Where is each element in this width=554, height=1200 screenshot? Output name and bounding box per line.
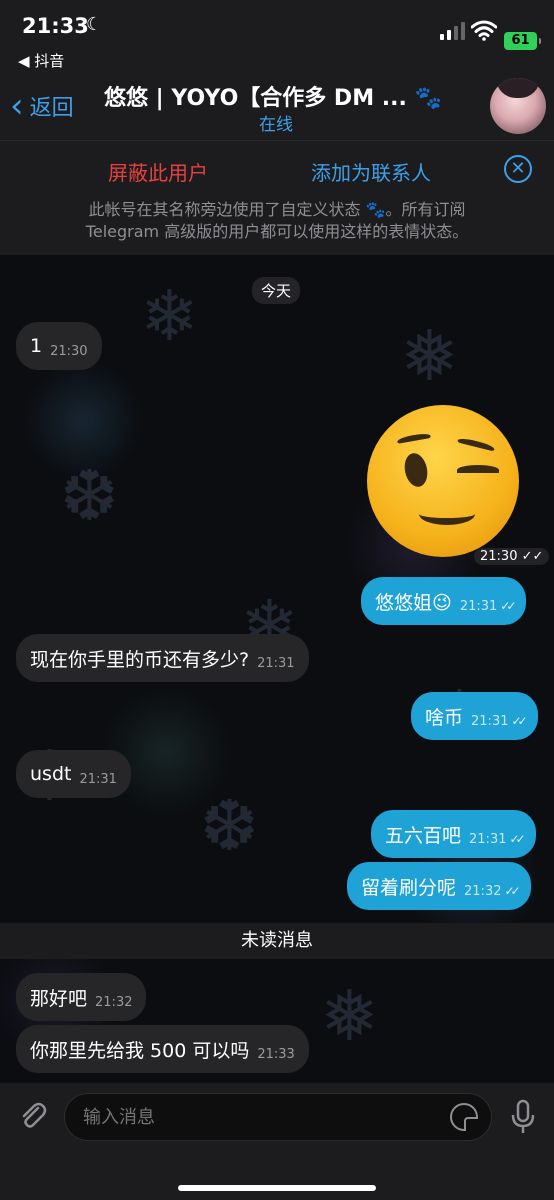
online-status: 在线 — [259, 115, 293, 135]
attach-icon[interactable] — [16, 1099, 48, 1131]
message-time: 21:31 — [459, 598, 498, 614]
contact-action-bar: 屏蔽此用户 添加为联系人 ✕ 此帐号在其名称旁边使用了自定义状态 🐾。所有订阅 … — [0, 140, 554, 255]
snowflake-pattern: ❆ — [200, 785, 259, 867]
message-outgoing[interactable]: 五六百吧 21:31 ✓✓ — [371, 810, 536, 858]
read-check-icon: ✓✓ — [504, 884, 520, 898]
message-text: 五六百吧 — [385, 824, 462, 847]
chat-header: ‹ 返回 悠悠 | YOYO【合作多 DM ... 🐾 在线 — [0, 72, 554, 140]
message-time: 21:32 — [95, 994, 133, 1010]
snowflake-pattern: ❆ — [60, 455, 119, 537]
message-text: 留着刷分呢 — [361, 876, 457, 899]
message-text: 那好吧 — [30, 987, 88, 1010]
read-check-icon: ✓✓ — [521, 549, 544, 564]
signal-icon — [440, 22, 466, 40]
message-incoming[interactable]: usdt 21:31 — [16, 750, 131, 798]
back-to-app-link[interactable]: ◀ 抖音 — [18, 50, 64, 71]
avatar[interactable] — [490, 78, 546, 134]
message-text: 1 — [30, 335, 43, 357]
message-time: 21:31 — [257, 655, 295, 671]
sticker-brow — [396, 432, 432, 446]
microphone-icon[interactable] — [508, 1099, 538, 1135]
message-time: 21:32 — [464, 883, 502, 899]
message-incoming[interactable]: 你那里先给我 500 可以吗 21:33 — [16, 1025, 309, 1073]
wifi-icon — [471, 20, 497, 41]
message-text: 你那里先给我 500 可以吗 — [30, 1039, 250, 1062]
message-time: 21:30 — [50, 343, 88, 359]
sticker-icon[interactable] — [450, 1103, 478, 1131]
message-text: 现在你手里的币还有多少? — [30, 648, 250, 671]
status-bar: 21:33 ☾ ◀ 抖音 61 — [0, 0, 554, 72]
unread-messages-divider: 未读消息 — [0, 923, 554, 959]
read-check-icon: ✓✓ — [511, 714, 527, 728]
message-text: 啥币 — [425, 706, 464, 729]
sticker-mouth — [419, 503, 475, 525]
message-outgoing[interactable]: 悠悠姐😉 21:31 ✓✓ — [361, 577, 527, 625]
message-text: 悠悠姐😉 — [375, 591, 452, 614]
message-incoming[interactable]: 那好吧 21:32 — [16, 973, 147, 1021]
message-input-bar — [0, 1083, 554, 1200]
message-time: 21:33 — [257, 1046, 295, 1062]
add-contact-button[interactable]: 添加为联系人 — [311, 157, 431, 186]
message-incoming[interactable]: 1 21:30 — [16, 322, 102, 370]
snowflake-pattern: ❅ — [320, 975, 379, 1057]
date-separator: 今天 — [252, 277, 301, 304]
read-check-icon: ✓✓ — [500, 599, 516, 613]
message-outgoing[interactable]: 留着刷分呢 21:32 ✓✓ — [347, 862, 531, 910]
chat-area[interactable]: ❄ ❅ ❆ ❄ ❅ ❆ ❄ ❅ 今天 1 21:30 21:30 ✓✓ 悠悠姐😉… — [0, 255, 554, 1083]
snowflake-pattern: ❅ — [400, 315, 459, 397]
message-time: 21:31 — [79, 771, 117, 787]
block-user-button[interactable]: 屏蔽此用户 — [108, 157, 208, 186]
chat-title[interactable]: 悠悠 | YOYO【合作多 DM ... 🐾 — [104, 80, 454, 112]
message-time: 21:31 — [469, 831, 507, 847]
sticker-time: 21:30 — [480, 549, 518, 564]
back-label: 返回 — [29, 96, 74, 121]
message-input[interactable] — [64, 1093, 492, 1141]
wink-emoji-sticker[interactable] — [367, 405, 519, 557]
premium-status-notice: 此帐号在其名称旁边使用了自定义状态 🐾。所有订阅 Telegram 高级版的用户… — [20, 199, 534, 243]
moon-icon: ☾ — [86, 14, 103, 35]
message-text: usdt — [30, 763, 72, 785]
notice-line-1: 此帐号在其名称旁边使用了自定义状态 🐾。所有订阅 — [88, 200, 466, 219]
close-icon[interactable]: ✕ — [504, 155, 532, 183]
back-chevron-icon: ‹ — [10, 86, 24, 126]
snowflake-pattern: ❄ — [140, 275, 199, 357]
sticker-timestamp: 21:30 ✓✓ — [474, 548, 550, 565]
message-time: 21:31 — [471, 713, 509, 729]
sticker-brow — [456, 436, 496, 454]
notice-line-2: Telegram 高级版的用户都可以使用这样的表情状态。 — [85, 222, 469, 241]
read-check-icon: ✓✓ — [509, 832, 525, 846]
battery-icon: 61 — [504, 32, 541, 50]
back-button[interactable]: ‹ 返回 — [10, 86, 74, 126]
message-outgoing[interactable]: 啥币 21:31 ✓✓ — [411, 692, 538, 740]
sticker-wink-eye — [457, 465, 499, 475]
status-time: 21:33 — [22, 14, 89, 38]
sticker-eye — [401, 451, 431, 489]
message-incoming[interactable]: 现在你手里的币还有多少? 21:31 — [16, 634, 309, 682]
home-indicator[interactable] — [178, 1185, 376, 1191]
